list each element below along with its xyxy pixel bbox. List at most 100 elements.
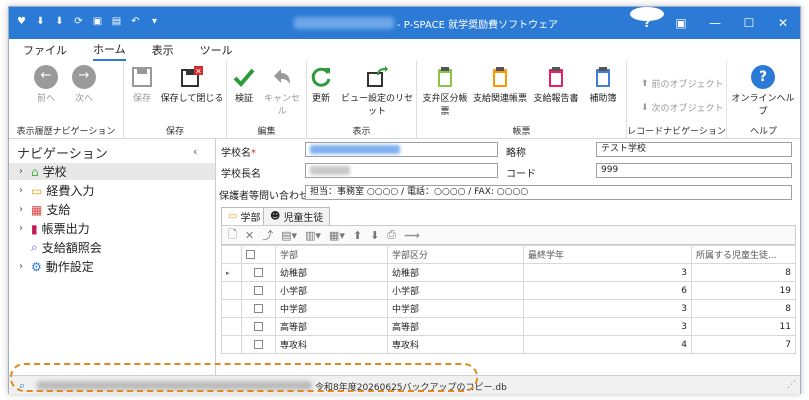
cell-kind[interactable]: 小学部 (387, 281, 524, 300)
cell-kind[interactable]: 高等部 (387, 317, 524, 336)
principal-input[interactable] (305, 163, 498, 178)
move-up-icon[interactable]: ⬆ (353, 229, 362, 242)
resize-grip-icon[interactable]: ⋰ (787, 380, 796, 390)
checkbox-header[interactable] (241, 245, 276, 264)
cancel-button[interactable]: キャンセル (261, 65, 303, 117)
reset-view-button[interactable]: ビュー設定のリセット (339, 65, 415, 117)
cell-dept[interactable]: 高等部 (275, 317, 388, 336)
form-button-3[interactable]: 支給報告書 (531, 65, 581, 104)
form-button-4[interactable]: 補助簿 (583, 65, 623, 104)
clipboard-dropdown-icon[interactable]: ▦▾ (329, 229, 345, 242)
cell-dept[interactable]: 小学部 (275, 281, 388, 300)
verify-button[interactable]: 検証 (231, 65, 257, 104)
code-input[interactable]: 999 (596, 163, 792, 178)
add-link-icon[interactable]: ⤴ (262, 227, 273, 243)
refresh-button[interactable]: 更新 (309, 65, 333, 104)
row-checkbox[interactable] (241, 263, 276, 282)
clipboard-blue-icon (596, 67, 610, 87)
cell-grade[interactable]: 4 (523, 335, 692, 354)
export-icon[interactable]: ⎙ (387, 228, 396, 242)
menu-view[interactable]: 表示 (152, 40, 174, 60)
table-row[interactable]: 中学部 中学部 3 8 (221, 299, 796, 318)
minimize-button[interactable]: — (698, 7, 732, 39)
cell-count[interactable]: 19 (691, 281, 796, 300)
help-title-button[interactable]: ? (630, 7, 664, 39)
contact-input[interactable]: 担当：事務室 ○○○○ / 電話：○○○○ / FAX: ○○○○ (305, 185, 792, 200)
col-header-dept[interactable]: 学部 (275, 245, 388, 264)
row-checkbox[interactable] (241, 299, 276, 318)
expand-arrow-icon[interactable]: › (19, 223, 27, 234)
col-header-kind[interactable]: 学部区分 (387, 245, 524, 264)
expand-arrow-icon[interactable]: › (19, 204, 27, 215)
expand-arrow-icon[interactable]: › (19, 261, 27, 272)
prev-button[interactable]: ← 前へ (31, 65, 61, 104)
next-object-button[interactable]: ⬇ 次のオブジェクト (641, 101, 724, 115)
nav-item-settings[interactable]: › ⚙ 動作設定 (19, 258, 94, 275)
menu-tools[interactable]: ツール (200, 40, 233, 60)
undo-quick-icon[interactable]: ↶ (129, 15, 142, 28)
maximize-button[interactable]: ☐ (732, 7, 766, 39)
copy-dropdown-icon[interactable]: ▤▾ (281, 229, 297, 242)
refresh-quick-icon[interactable]: ⟳ (72, 15, 85, 28)
paste-dropdown-icon[interactable]: ▥▾ (305, 229, 321, 242)
cell-dept[interactable]: 幼稚部 (275, 263, 388, 282)
online-help-button[interactable]: ? オンラインヘルプ (729, 65, 797, 117)
cell-grade[interactable]: 6 (523, 281, 692, 300)
cell-count[interactable]: 7 (691, 335, 796, 354)
nav-item-forms-output[interactable]: › ▮ 帳票出力 (19, 220, 90, 237)
app-window: ♥ ⬇ ⬇ ⟳ ▣ ▤ ↶ ▾ - P-SPACE 就学奨励費ソフトウェア ? … (8, 6, 801, 394)
tab-students[interactable]: ☻ 児童生徒 (263, 207, 331, 225)
table-row[interactable]: 小学部 小学部 6 19 (221, 281, 796, 300)
nav-item-school[interactable]: › ⌂ 学校 (19, 163, 67, 180)
save-quick-icon[interactable]: ⬇ (34, 15, 47, 28)
row-checkbox[interactable] (241, 281, 276, 300)
abbr-input[interactable]: テスト学校 (596, 142, 792, 157)
save-close-button[interactable]: × 保存して閉じる (160, 65, 224, 104)
prev-object-button[interactable]: ⬆ 前のオブジェクト (641, 77, 724, 91)
move-down-icon[interactable]: ⬇ (370, 229, 379, 242)
next-button[interactable]: → 次へ (69, 65, 99, 104)
save-close-quick-icon[interactable]: ▤ (110, 15, 123, 28)
cell-grade[interactable]: 3 (523, 263, 692, 282)
col-header-count[interactable]: 所属する児童生徒... (691, 245, 796, 264)
expand-arrow-icon[interactable]: › (19, 166, 27, 177)
cell-dept[interactable]: 専攻科 (275, 335, 388, 354)
table-row[interactable]: ▸ 幼稚部 幼稚部 3 8 (221, 263, 796, 282)
cell-kind[interactable]: 専攻科 (387, 335, 524, 354)
close-button[interactable]: ✕ (766, 7, 800, 39)
group-help: ? オンラインヘルプ ヘルプ (727, 61, 800, 139)
school-name-input[interactable] (305, 142, 498, 157)
nav-item-expense[interactable]: › ▭ 経費入力 (19, 182, 94, 199)
cell-kind[interactable]: 幼稚部 (387, 263, 524, 282)
row-checkbox[interactable] (241, 335, 276, 354)
cell-count[interactable]: 8 (691, 299, 796, 318)
new-doc-icon[interactable]: 🗋 (228, 226, 237, 245)
menu-home[interactable]: ホーム (93, 39, 126, 61)
cell-grade[interactable]: 3 (523, 317, 692, 336)
table-row[interactable]: 専攻科 専攻科 4 7 (221, 335, 796, 354)
menu-file[interactable]: ファイル (23, 40, 67, 60)
expand-arrow-icon[interactable]: › (19, 185, 27, 196)
form-button-2[interactable]: 支給関連帳票 (471, 65, 529, 104)
nav-collapse-icon[interactable]: ‹ (193, 145, 197, 158)
cell-grade[interactable]: 3 (523, 299, 692, 318)
cell-dept[interactable]: 中学部 (275, 299, 388, 318)
down-quick-icon[interactable]: ⬇ (53, 15, 66, 28)
cell-kind[interactable]: 中学部 (387, 299, 524, 318)
table-row[interactable]: 高等部 高等部 3 11 (221, 317, 796, 336)
save-disk-quick-icon[interactable]: ▣ (91, 15, 104, 28)
nav-item-amount-query[interactable]: ⌕ 支給額照会 (19, 239, 102, 256)
cell-count[interactable]: 11 (691, 317, 796, 336)
customize-quick-icon[interactable]: ▾ (148, 15, 161, 28)
link-icon[interactable]: ⟿ (404, 229, 420, 242)
row-checkbox[interactable] (241, 317, 276, 336)
col-header-grade[interactable]: 最終学年 (523, 245, 692, 264)
delete-x-icon[interactable]: ✕ (245, 229, 254, 242)
cell-count[interactable]: 8 (691, 263, 796, 282)
refresh-icon (311, 67, 331, 87)
tab-departments[interactable]: ▭ 学部 (221, 207, 268, 225)
save-button[interactable]: 保存 (130, 65, 154, 104)
form-button-1[interactable]: 支弁区分帳票 (421, 65, 469, 117)
layout-title-button[interactable]: ▣ (664, 7, 698, 39)
nav-item-payment[interactable]: › ▦ 支給 (19, 201, 70, 218)
